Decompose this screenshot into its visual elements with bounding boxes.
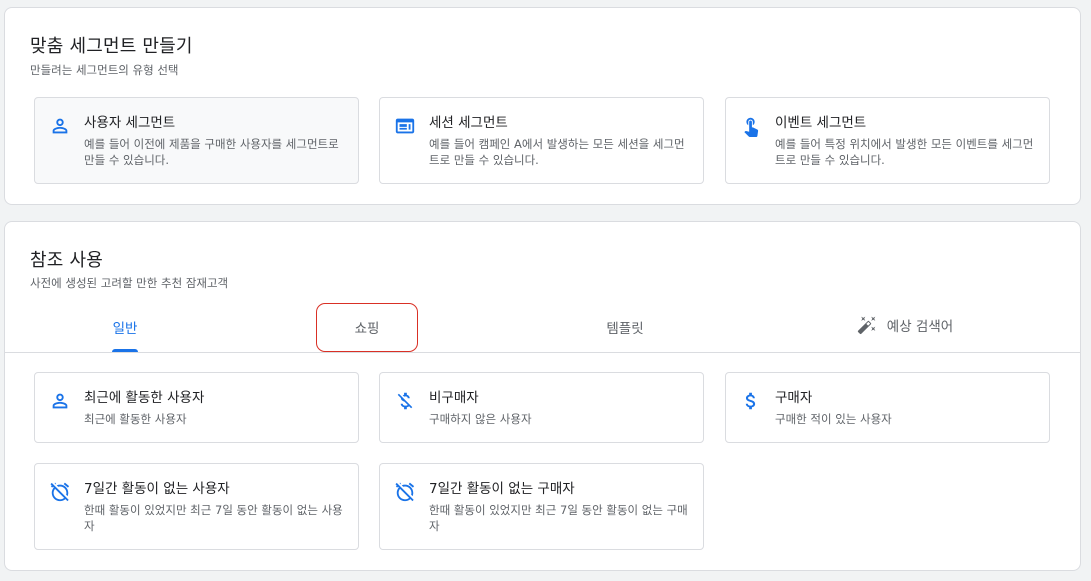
- money-off-icon: [394, 390, 416, 412]
- inactive-users-description: 한때 활동이 있었지만 최근 7일 동안 활동이 없는 사용자: [84, 503, 343, 533]
- inactive-purchasers-title: 7일간 활동이 없는 구매자: [429, 481, 575, 497]
- reference-panel: 참조 사용 사전에 생성된 고려할 만한 추천 잠재고객 일반 쇼핑 템플릿 예…: [4, 221, 1081, 571]
- recent-active-users-description: 최근에 활동한 사용자: [84, 412, 187, 426]
- tab-general-label: 일반: [112, 321, 138, 337]
- session-segment-title: 세션 세그먼트: [429, 115, 508, 131]
- event-segment-description: 예를 들어 특정 위치에서 발생한 모든 이벤트를 세그먼트로 만들 수 있습니…: [775, 137, 1034, 167]
- reference-subtitle: 사전에 생성된 고려할 만한 추천 잠재고객: [30, 276, 229, 290]
- user-segment-title: 사용자 세그먼트: [84, 115, 176, 131]
- tab-predictive-label: 예상 검색어: [886, 319, 954, 335]
- tab-shopping-label: 쇼핑: [354, 321, 380, 337]
- session-segment-description: 예를 들어 캠페인 A에서 발생하는 모든 세션을 세그먼트로 만들 수 있습니…: [429, 137, 685, 167]
- alarm-off-icon: [394, 481, 416, 503]
- purchasers-description: 구매한 적이 있는 사용자: [775, 412, 892, 426]
- tab-predictive[interactable]: 예상 검색어: [815, 300, 995, 350]
- tab-general[interactable]: 일반: [25, 302, 225, 352]
- person-icon: [49, 115, 71, 137]
- purchasers-card[interactable]: 구매자 구매한 적이 있는 사용자: [725, 372, 1050, 443]
- inactive-purchasers-description: 한때 활동이 있었지만 최근 7일 동안 활동이 없는 구매자: [429, 503, 688, 533]
- non-purchasers-card[interactable]: 비구매자 구매하지 않은 사용자: [379, 372, 704, 443]
- non-purchasers-description: 구매하지 않은 사용자: [429, 412, 532, 426]
- event-segment-card[interactable]: 이벤트 세그먼트 예를 들어 특정 위치에서 발생한 모든 이벤트를 세그먼트로…: [725, 97, 1050, 184]
- inactive-users-title: 7일간 활동이 없는 사용자: [84, 481, 230, 497]
- magic-wand-icon: [857, 316, 876, 335]
- active-tab-indicator: [112, 349, 138, 352]
- event-segment-title: 이벤트 세그먼트: [775, 115, 867, 131]
- create-segment-title: 맞춤 세그먼트 만들기: [30, 36, 193, 57]
- alarm-off-icon: [49, 481, 71, 503]
- session-window-icon: [394, 115, 416, 137]
- purchasers-title: 구매자: [775, 390, 813, 406]
- tab-template-label: 템플릿: [606, 321, 644, 337]
- inactive-purchasers-card[interactable]: 7일간 활동이 없는 구매자 한때 활동이 있었지만 최근 7일 동안 활동이 …: [379, 463, 704, 550]
- user-segment-card[interactable]: 사용자 세그먼트 예를 들어 이전에 제품을 구매한 사용자를 세그먼트로 만들…: [34, 97, 359, 184]
- reference-title: 참조 사용: [30, 250, 103, 271]
- create-segment-panel: 맞춤 세그먼트 만들기 만들려는 세그먼트의 유형 선택 사용자 세그먼트 예를…: [4, 7, 1081, 205]
- tab-shopping[interactable]: 쇼핑: [311, 302, 423, 352]
- recent-active-users-card[interactable]: 최근에 활동한 사용자 최근에 활동한 사용자: [34, 372, 359, 443]
- person-icon: [49, 390, 71, 412]
- dollar-icon: [740, 390, 762, 412]
- session-segment-card[interactable]: 세션 세그먼트 예를 들어 캠페인 A에서 발생하는 모든 세션을 세그먼트로 …: [379, 97, 704, 184]
- recent-active-users-title: 최근에 활동한 사용자: [84, 390, 205, 406]
- reference-tabs: 일반 쇼핑 템플릿 예상 검색어: [5, 302, 1080, 353]
- tab-template[interactable]: 템플릿: [525, 302, 725, 352]
- user-segment-description: 예를 들어 이전에 제품을 구매한 사용자를 세그먼트로 만들 수 있습니다.: [84, 137, 339, 167]
- create-segment-subtitle: 만들려는 세그먼트의 유형 선택: [30, 63, 179, 77]
- touch-hand-icon: [740, 115, 762, 137]
- inactive-users-card[interactable]: 7일간 활동이 없는 사용자 한때 활동이 있었지만 최근 7일 동안 활동이 …: [34, 463, 359, 550]
- non-purchasers-title: 비구매자: [429, 390, 479, 406]
